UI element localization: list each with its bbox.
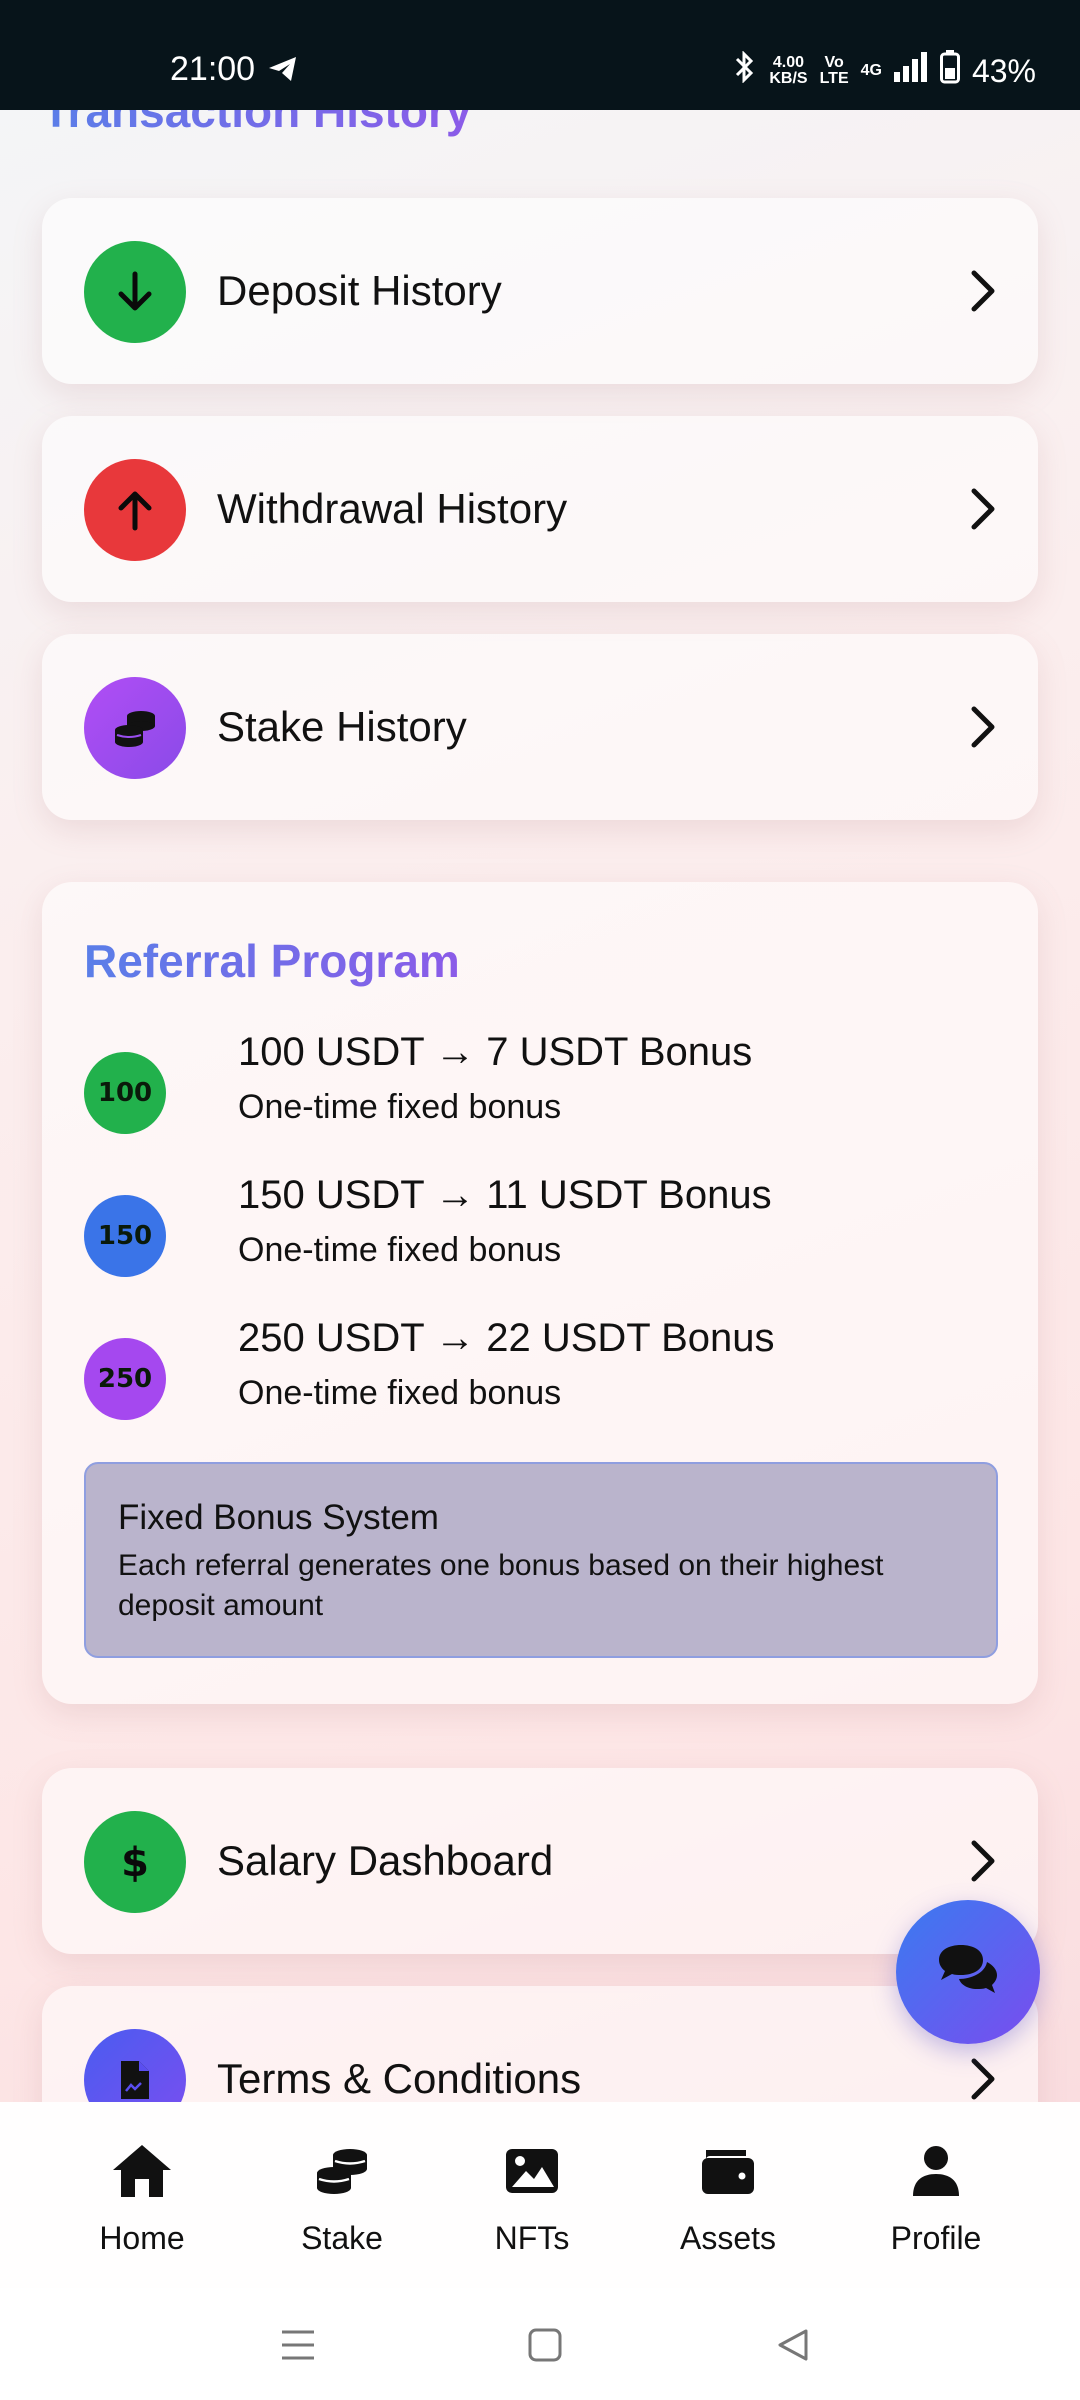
arrow-down-icon	[84, 241, 186, 343]
salary-dashboard-label: Salary Dashboard	[217, 1837, 554, 1884]
nav-label: Profile	[890, 2220, 982, 2256]
nav-label: NFTs	[494, 2220, 570, 2256]
tier-sub-text: One-time fixed bonus	[238, 1088, 562, 1126]
deposit-history-label: Deposit History	[217, 267, 502, 314]
tier-main-text: 250 USDT → 22 USDT Bonus	[238, 1316, 775, 1360]
stake-history-item[interactable]: Stake History	[42, 634, 1038, 820]
net-speed-unit: KB/S	[769, 70, 808, 87]
salary-dashboard-item[interactable]: $ Salary Dashboard	[42, 1768, 1038, 1954]
user-icon	[846, 2138, 1026, 2204]
home-square-icon[interactable]	[528, 2328, 562, 2366]
nav-stake[interactable]: Stake	[252, 2138, 432, 2257]
tier-main-text: 100 USDT → 7 USDT Bonus	[238, 1030, 753, 1074]
nav-assets[interactable]: Assets	[638, 2138, 818, 2257]
nav-label: Home	[99, 2220, 185, 2256]
svg-text:$: $	[121, 1840, 149, 1886]
bluetooth-icon	[733, 50, 757, 91]
bottom-navigation: Home Stake NFTs Assets Profile	[0, 2102, 1080, 2288]
referral-program-card: Referral Program 100 100 USDT → 7 USDT B…	[42, 882, 1038, 1704]
tier-badge: 150	[84, 1195, 166, 1277]
chevron-right-icon	[966, 481, 1000, 541]
info-text: Each referral generates one bonus based …	[118, 1549, 884, 1622]
dollar-icon: $	[84, 1811, 186, 1913]
tier-main-text: 150 USDT → 11 USDT Bonus	[238, 1173, 772, 1217]
volte-sub-label: LTE	[819, 70, 849, 87]
battery-icon	[939, 50, 960, 92]
chevron-right-icon	[966, 1833, 1000, 1893]
image-icon	[442, 2138, 622, 2204]
arrow-up-icon	[84, 459, 186, 561]
menu-icon[interactable]	[280, 2328, 316, 2366]
terms-conditions-item[interactable]: Terms & Conditions	[42, 1986, 1038, 2102]
status-time: 21:00	[170, 50, 256, 88]
nav-label: Assets	[679, 2220, 777, 2256]
stake-history-label: Stake History	[217, 703, 467, 750]
net-speed: 4.00 KB/S	[769, 55, 807, 87]
network-type: 4G	[860, 62, 882, 79]
nav-profile[interactable]: Profile	[846, 2138, 1026, 2257]
referral-tier: 250 250 USDT → 22 USDT Bonus One-time fi…	[84, 1316, 984, 1436]
volte-indicator: Vo LTE	[820, 55, 849, 87]
chevron-right-icon	[966, 263, 1000, 323]
telegram-icon	[268, 56, 298, 86]
referral-tier: 100 100 USDT → 7 USDT Bonus One-time fix…	[84, 1030, 984, 1150]
back-icon[interactable]	[776, 2328, 810, 2366]
battery-percent: 43%	[971, 52, 1036, 89]
wallet-icon	[638, 2138, 818, 2204]
fixed-bonus-info-box: Fixed Bonus System Each referral generat…	[84, 1462, 998, 1658]
document-icon	[84, 2029, 186, 2102]
nav-label: Stake	[301, 2220, 383, 2256]
scroll-content[interactable]: Transaction History Deposit History With…	[0, 110, 1080, 2102]
deposit-history-item[interactable]: Deposit History	[42, 198, 1038, 384]
terms-conditions-label: Terms & Conditions	[217, 2055, 582, 2102]
chat-icon	[935, 1942, 1001, 2002]
system-navigation-bar	[0, 2288, 1080, 2400]
tier-sub-text: One-time fixed bonus	[238, 1374, 562, 1412]
transaction-history-title: Transaction History	[42, 110, 471, 138]
withdrawal-history-item[interactable]: Withdrawal History	[42, 416, 1038, 602]
referral-program-title: Referral Program	[84, 935, 460, 987]
volte-label: Vo	[824, 54, 844, 71]
signal-icon	[893, 52, 928, 90]
coins-icon	[252, 2138, 432, 2204]
chevron-right-icon	[966, 2051, 1000, 2102]
home-icon	[52, 2138, 232, 2204]
tier-badge: 100	[84, 1052, 166, 1134]
status-bar: 21:00 4.00 KB/S Vo LTE 4G 43%	[0, 0, 1080, 110]
tier-sub-text: One-time fixed bonus	[238, 1231, 562, 1269]
net-speed-value: 4.00	[772, 54, 805, 71]
info-title: Fixed Bonus System	[118, 1498, 439, 1537]
nav-home[interactable]: Home	[52, 2138, 232, 2257]
withdrawal-history-label: Withdrawal History	[217, 485, 568, 532]
tier-badge: 250	[84, 1338, 166, 1420]
referral-tier: 150 150 USDT → 11 USDT Bonus One-time fi…	[84, 1173, 984, 1293]
chat-button[interactable]	[896, 1900, 1040, 2044]
status-icons: 4.00 KB/S Vo LTE 4G 43%	[733, 50, 1036, 92]
coins-icon	[84, 677, 186, 779]
chevron-right-icon	[966, 699, 1000, 759]
nav-nfts[interactable]: NFTs	[442, 2138, 622, 2257]
